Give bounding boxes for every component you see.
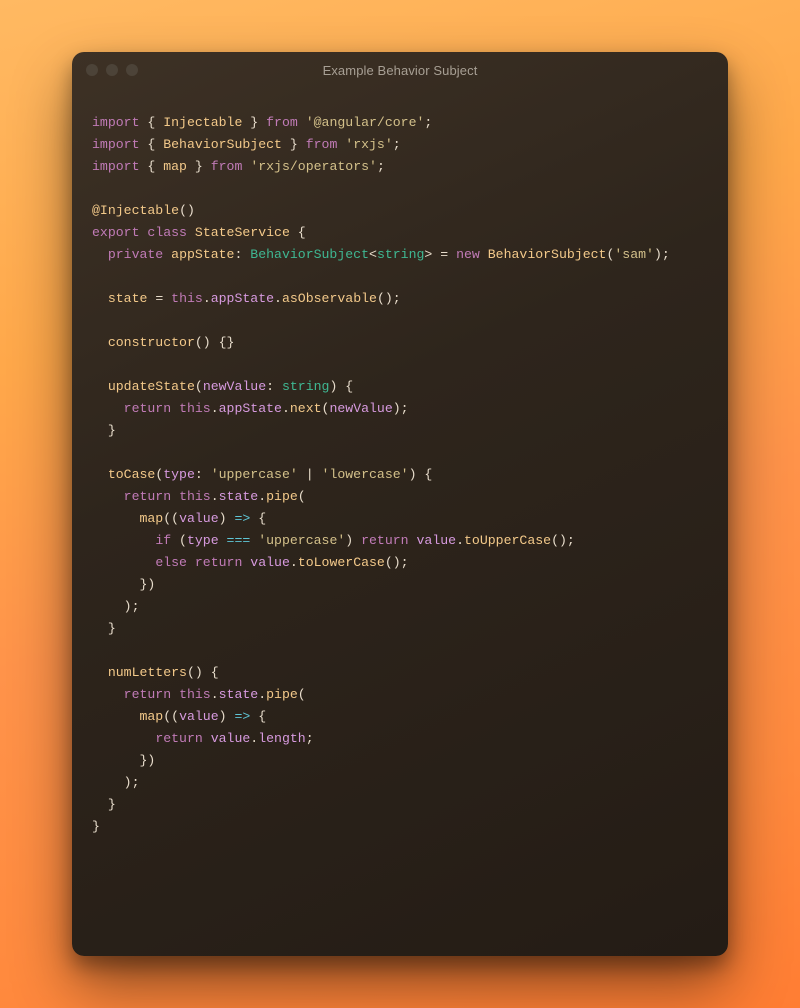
code-line: constructor() {} — [92, 332, 708, 354]
code-line: import { map } from 'rxjs/operators'; — [92, 156, 708, 178]
minimize-icon[interactable] — [106, 64, 118, 76]
code-line: } — [92, 794, 708, 816]
close-icon[interactable] — [86, 64, 98, 76]
code-editor[interactable]: import { Injectable } from '@angular/cor… — [72, 88, 728, 956]
code-line: return this.state.pipe( — [92, 486, 708, 508]
titlebar: Example Behavior Subject — [72, 52, 728, 88]
code-line: ); — [92, 772, 708, 794]
code-line: updateState(newValue: string) { — [92, 376, 708, 398]
code-line — [92, 178, 708, 200]
code-line: state = this.appState.asObservable(); — [92, 288, 708, 310]
code-line — [92, 442, 708, 464]
code-line — [92, 266, 708, 288]
code-line: }) — [92, 574, 708, 596]
code-line: map((value) => { — [92, 706, 708, 728]
code-line: numLetters() { — [92, 662, 708, 684]
code-line: return value.length; — [92, 728, 708, 750]
code-window: Example Behavior Subject import { Inject… — [72, 52, 728, 956]
code-line: ); — [92, 596, 708, 618]
code-line: toCase(type: 'uppercase' | 'lowercase') … — [92, 464, 708, 486]
code-line: private appState: BehaviorSubject<string… — [92, 244, 708, 266]
window-title: Example Behavior Subject — [72, 63, 728, 78]
window-controls — [86, 64, 138, 76]
code-line: return this.appState.next(newValue); — [92, 398, 708, 420]
code-line: @Injectable() — [92, 200, 708, 222]
code-line: import { Injectable } from '@angular/cor… — [92, 112, 708, 134]
code-line — [92, 640, 708, 662]
code-line — [92, 310, 708, 332]
code-line: return this.state.pipe( — [92, 684, 708, 706]
code-line: if (type === 'uppercase') return value.t… — [92, 530, 708, 552]
code-line: } — [92, 816, 708, 838]
zoom-icon[interactable] — [126, 64, 138, 76]
code-line: else return value.toLowerCase(); — [92, 552, 708, 574]
code-line — [92, 354, 708, 376]
code-line: export class StateService { — [92, 222, 708, 244]
code-line: } — [92, 420, 708, 442]
code-line: import { BehaviorSubject } from 'rxjs'; — [92, 134, 708, 156]
code-line: map((value) => { — [92, 508, 708, 530]
code-line: } — [92, 618, 708, 640]
code-line: }) — [92, 750, 708, 772]
